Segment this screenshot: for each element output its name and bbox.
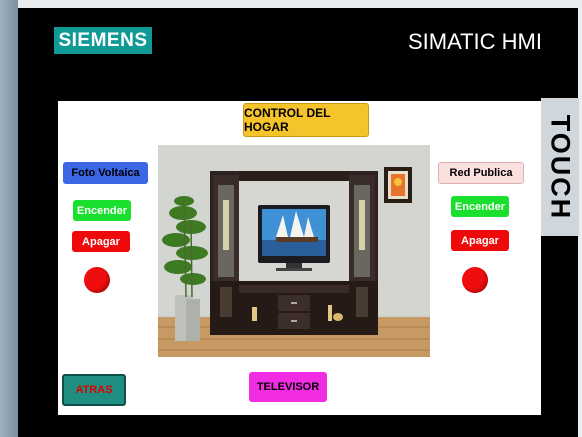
photovoltaic-on-button[interactable]: Encender <box>73 200 131 221</box>
television-button[interactable]: TELEVISOR <box>249 372 327 402</box>
back-button[interactable]: ATRAS <box>62 374 126 406</box>
photovoltaic-status-indicator <box>84 267 110 293</box>
public-grid-status-indicator <box>462 267 488 293</box>
living-room-illustration <box>158 145 430 357</box>
living-room-tv-image <box>158 145 430 357</box>
touch-label: TOUCH <box>541 98 579 236</box>
public-grid-source-button[interactable]: Red Publica <box>438 162 524 184</box>
hmi-screen: CONTROL DEL HOGAR Foto Voltaica Encender… <box>58 101 541 415</box>
public-grid-off-button[interactable]: Apagar <box>451 230 509 251</box>
hmi-frame: SIEMENS SIMATIC HMI TOUCH CONTROL DEL HO… <box>0 0 582 437</box>
siemens-logo: SIEMENS <box>54 27 152 54</box>
home-control-title-button[interactable]: CONTROL DEL HOGAR <box>243 103 369 137</box>
photovoltaic-off-button[interactable]: Apagar <box>72 231 130 252</box>
touch-label-text: TOUCH <box>545 114 576 220</box>
frame-left-strip <box>0 0 18 437</box>
product-title: SIMATIC HMI <box>407 29 542 54</box>
public-grid-on-button[interactable]: Encender <box>451 196 509 217</box>
photovoltaic-source-button[interactable]: Foto Voltaica <box>63 162 148 184</box>
